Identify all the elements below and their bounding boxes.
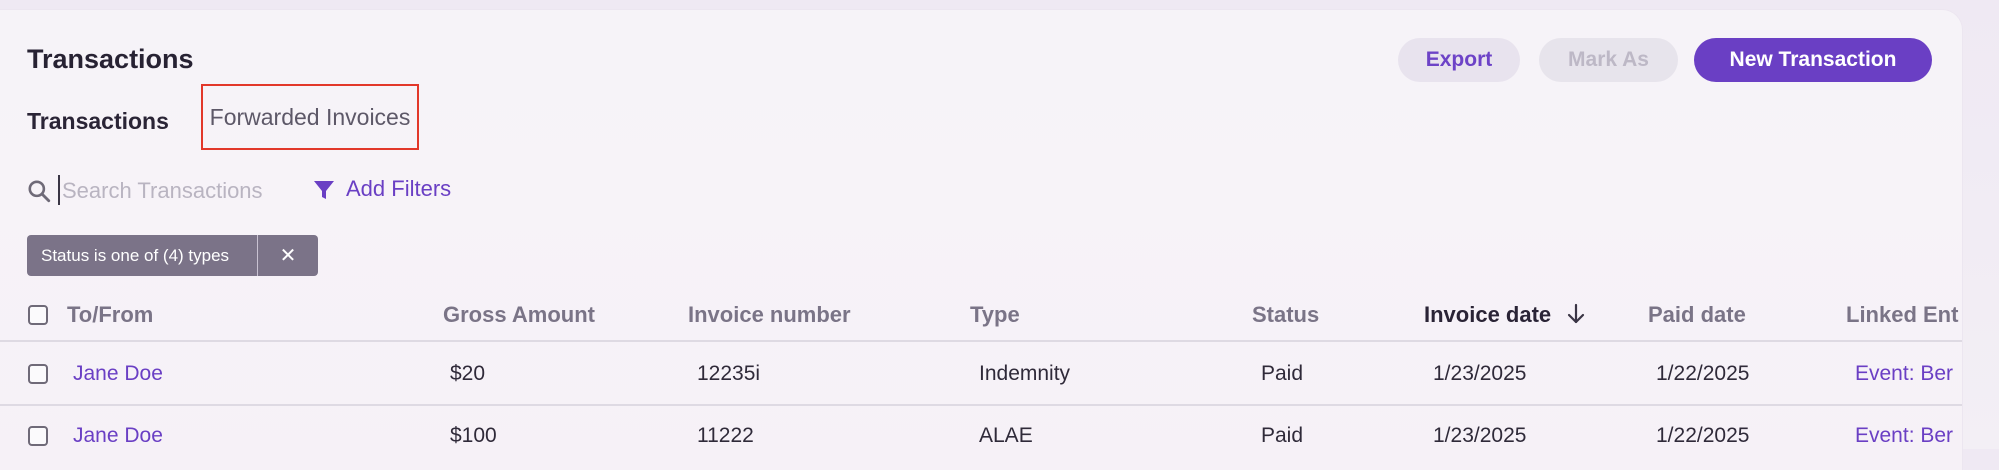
- column-header-status[interactable]: Status: [1252, 302, 1319, 328]
- column-header-to-from[interactable]: To/From: [67, 302, 153, 328]
- search-input[interactable]: [60, 172, 314, 210]
- status-filter-chip: Status is one of (4) types ✕: [27, 235, 318, 276]
- paid-date-cell: 1/22/2025: [1656, 424, 1750, 447]
- invoice-number-cell: 11222: [697, 424, 754, 447]
- to-from-link[interactable]: Jane Doe: [73, 362, 163, 386]
- gross-amount-cell: $100: [450, 424, 497, 447]
- type-cell: Indemnity: [979, 362, 1071, 385]
- invoice-number-cell: 12235i: [697, 362, 761, 385]
- arrow-down-icon[interactable]: [1566, 302, 1586, 326]
- column-header-invoice-number[interactable]: Invoice number: [688, 302, 851, 328]
- column-header-type[interactable]: Type: [970, 302, 1020, 328]
- type-cell: ALAE: [979, 424, 1033, 447]
- row-checkbox[interactable]: [28, 426, 48, 446]
- tab-forwarded-invoices-label: Forwarded Invoices: [209, 103, 411, 130]
- search-icon: [28, 180, 51, 203]
- close-icon[interactable]: ✕: [258, 235, 318, 276]
- select-all-checkbox[interactable]: [28, 305, 48, 325]
- linked-entity-link[interactable]: Event: Ber: [1855, 362, 1953, 386]
- linked-entity-link[interactable]: Event: Ber: [1855, 424, 1953, 448]
- column-header-invoice-date[interactable]: Invoice date: [1424, 302, 1551, 328]
- tab-forwarded-invoices[interactable]: Forwarded Invoices: [201, 84, 419, 150]
- filter-icon[interactable]: [312, 178, 336, 202]
- row-divider: [0, 340, 1962, 342]
- export-button[interactable]: Export: [1398, 38, 1520, 82]
- gross-amount-cell: $20: [450, 362, 486, 385]
- page-title: Transactions: [27, 44, 194, 74]
- invoice-date-cell: 1/23/2025: [1433, 362, 1527, 385]
- mark-as-button[interactable]: Mark As: [1539, 38, 1678, 82]
- add-filters-link[interactable]: Add Filters: [346, 176, 451, 202]
- tab-transactions[interactable]: Transactions: [27, 108, 169, 135]
- paid-date-cell: 1/22/2025: [1656, 362, 1750, 385]
- column-header-gross-amount[interactable]: Gross Amount: [443, 302, 595, 328]
- column-header-paid-date[interactable]: Paid date: [1648, 302, 1746, 328]
- column-header-linked-entity[interactable]: Linked Ent: [1846, 302, 1958, 328]
- to-from-link[interactable]: Jane Doe: [73, 424, 163, 448]
- row-checkbox[interactable]: [28, 364, 48, 384]
- invoice-date-cell: 1/23/2025: [1433, 424, 1527, 447]
- filter-chip-label: Status is one of (4) types: [41, 245, 230, 265]
- status-cell: Paid: [1261, 362, 1304, 385]
- new-transaction-button[interactable]: New Transaction: [1694, 38, 1932, 82]
- row-divider: [0, 404, 1962, 406]
- status-cell: Paid: [1261, 424, 1304, 447]
